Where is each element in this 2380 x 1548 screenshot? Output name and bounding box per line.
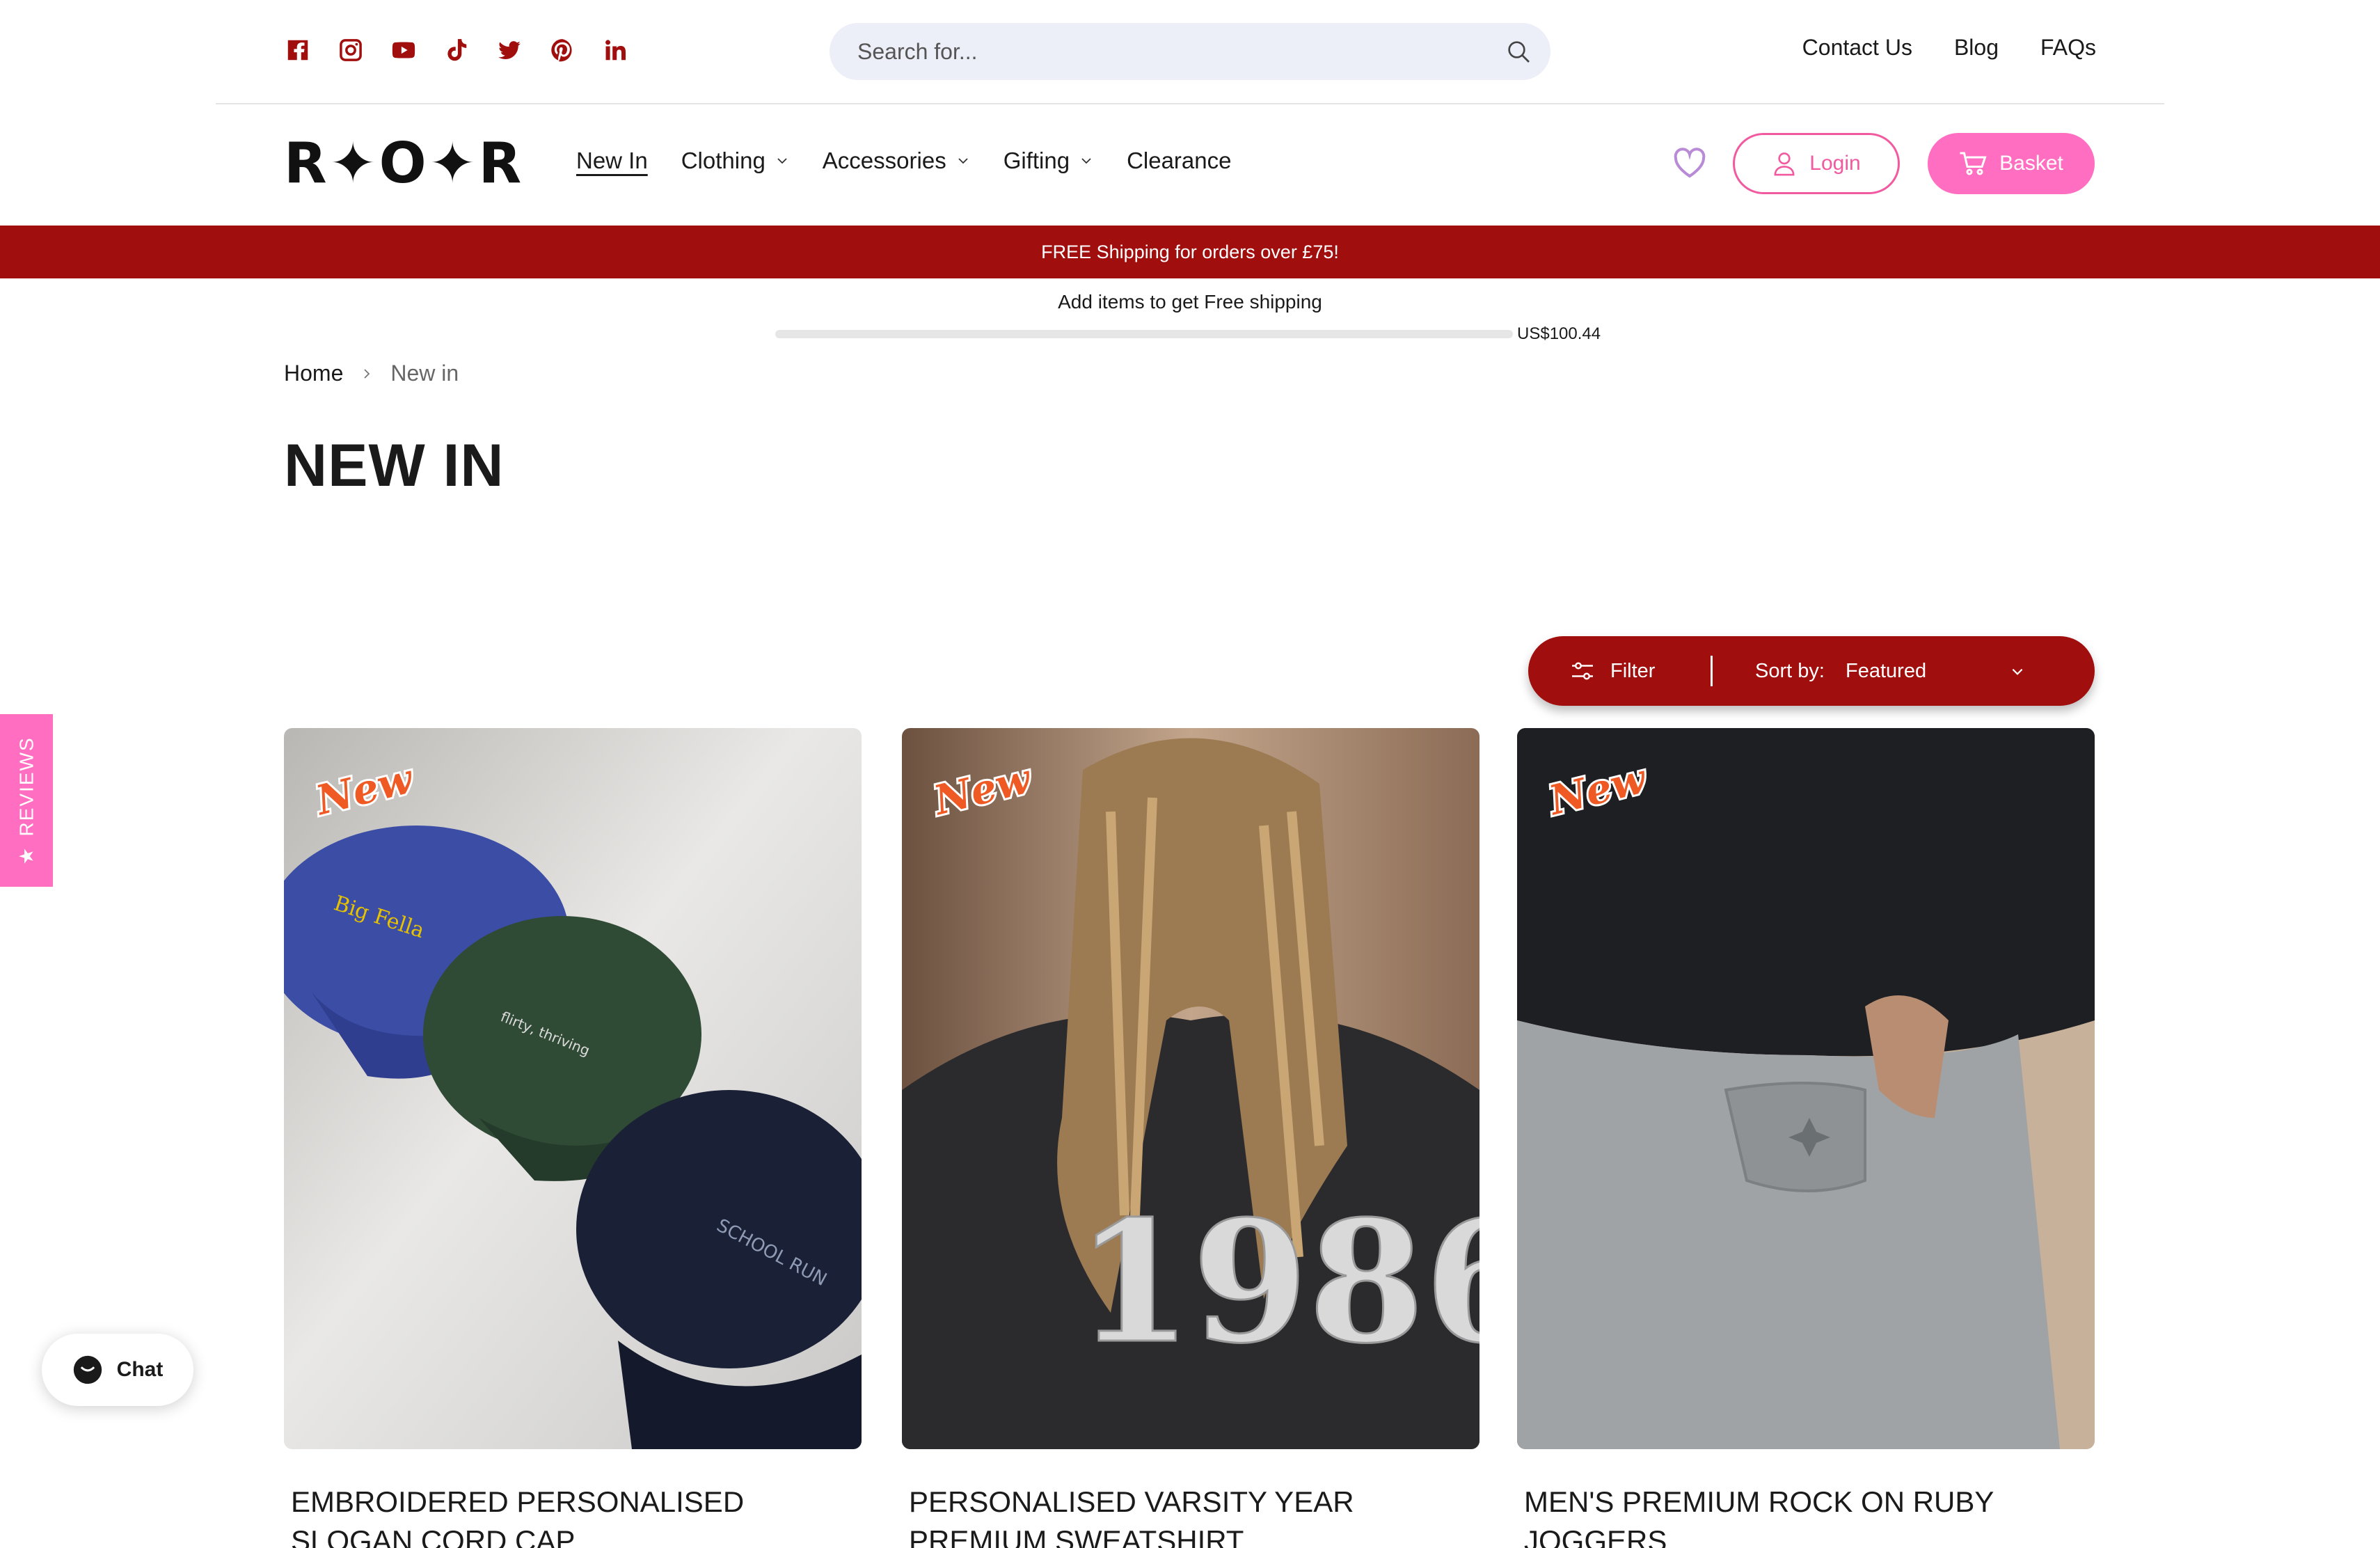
chevron-right-icon [364,368,370,379]
sweatshirt-text: 1986 [1076,1184,1479,1380]
filter-button[interactable]: Filter [1570,636,1655,706]
new-badge: New [928,755,1039,824]
youtube-icon[interactable] [390,36,418,64]
product-card[interactable]: New MEN'S PREMIUM ROCK ON RUBY JOGGERS [1517,728,2095,1548]
toolbar-divider [1711,656,1713,686]
page-title: NEW IN [284,432,505,499]
heart-icon[interactable] [1673,148,1706,178]
chat-label: Chat [116,1358,164,1381]
user-icon [1774,152,1795,176]
filter-label: Filter [1610,659,1656,682]
site-logo[interactable]: R✦O✦R [284,136,524,191]
svg-text:New: New [928,755,1037,824]
product-image[interactable]: New [1517,728,2095,1449]
blog-link[interactable]: Blog [1954,35,1999,61]
new-badge: New [310,755,421,824]
sort-select[interactable]: Featured [1846,636,1926,706]
breadcrumb: Home New in [284,361,459,386]
search-input[interactable] [857,23,1456,80]
faqs-link[interactable]: FAQs [2040,35,2096,61]
sort-label: Sort by: [1755,659,1825,682]
basket-label: Basket [1999,152,2063,175]
shipping-progress-bar [775,330,1513,338]
star-icon: ★ [15,846,38,865]
breadcrumb-current: New in [390,361,459,386]
product-card[interactable]: 1986 New PERSONALISED VARSITY YEAR PREMI… [902,728,1479,1548]
chevron-down-icon[interactable] [2010,664,2025,679]
social-links [284,36,629,64]
cap-photo: Big Fella flirty, thriving SCHOOL RUN [284,728,862,1449]
nav-item-clearance[interactable]: Clearance [1127,148,1231,174]
breadcrumb-home[interactable]: Home [284,361,343,386]
pinterest-icon[interactable] [548,36,576,64]
filter-sort-bar: Filter Sort by: Featured [1528,636,2095,706]
nav-label: Gifting [1003,148,1070,173]
sliders-icon [1572,662,1593,680]
header-divider [216,103,2164,104]
product-image[interactable]: Big Fella flirty, thriving SCHOOL RUN Ne… [284,728,862,1449]
product-card[interactable]: Big Fella flirty, thriving SCHOOL RUN Ne… [284,728,862,1548]
free-shipping-message: Add items to get Free shipping [1058,291,1322,313]
reviews-tab[interactable]: ★ REVIEWS [0,714,53,887]
chat-icon [73,1355,102,1384]
shipping-remaining: US$100.44 [1517,324,1601,343]
announcement-bar: FREE Shipping for orders over £75! [0,226,2380,278]
basket-button[interactable]: Basket [1928,133,2095,194]
product-image[interactable]: 1986 New [902,728,1479,1449]
nav-item-clothing[interactable]: Clothing [681,148,789,174]
reviews-label: REVIEWS [15,736,37,837]
product-title[interactable]: PERSONALISED VARSITY YEAR PREMIUM SWEATS… [902,1483,1479,1548]
top-utility-bar: Contact Us Blog FAQs [0,0,2380,103]
twitter-icon[interactable] [495,36,523,64]
facebook-icon[interactable] [284,36,312,64]
search-icon[interactable] [1505,38,1532,65]
chat-button[interactable]: Chat [42,1334,193,1406]
joggers-photo [1517,728,2095,1449]
instagram-icon[interactable] [337,36,365,64]
nav-label: Clearance [1127,148,1232,173]
product-title[interactable]: EMBROIDERED PERSONALISED SLOGAN CORD CAP [284,1483,862,1548]
nav-label: Accessories [822,148,946,173]
nav-item-accessories[interactable]: Accessories [823,148,970,174]
product-title[interactable]: MEN'S PREMIUM ROCK ON RUBY JOGGERS [1517,1483,2095,1548]
login-label: Login [1809,152,1861,175]
main-nav: New In Clothing Accessories Gifting Clea… [576,148,1231,174]
chevron-down-icon [1081,158,1091,164]
contact-us-link[interactable]: Contact Us [1802,35,1912,61]
top-links: Contact Us Blog FAQs [1802,35,2096,61]
login-button[interactable]: Login [1733,133,1900,194]
nav-item-gifting[interactable]: Gifting [1003,148,1093,174]
search-bar[interactable] [830,23,1550,80]
linkedin-icon[interactable] [601,36,629,64]
new-badge: New [1544,755,1654,824]
tiktok-icon[interactable] [443,36,470,64]
chevron-down-icon [777,158,787,164]
nav-label: New In [576,148,648,173]
sweatshirt-photo: 1986 [902,728,1479,1449]
nav-label: Clothing [681,148,765,173]
svg-text:New: New [1544,755,1652,824]
cart-icon [1960,152,1987,175]
chevron-down-icon [958,158,968,164]
svg-text:New: New [310,755,419,824]
nav-item-new-in[interactable]: New In [576,148,648,174]
